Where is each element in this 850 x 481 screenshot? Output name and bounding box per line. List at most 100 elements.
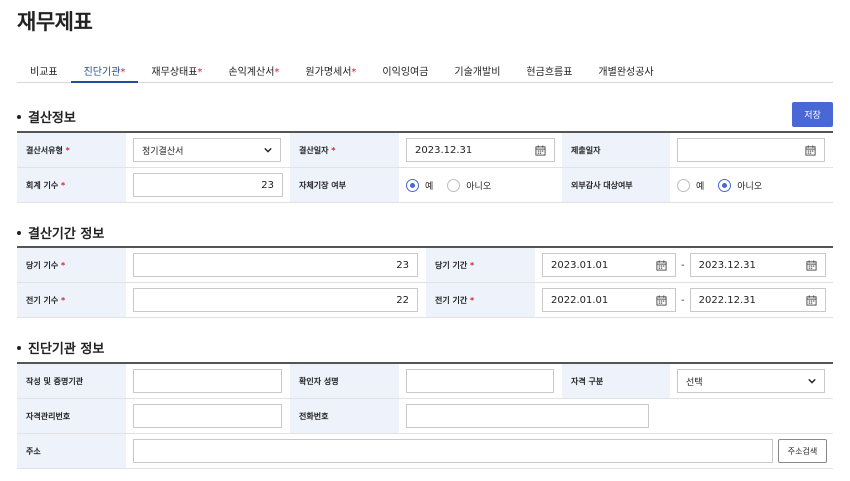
section-settlement-title: 결산정보 xyxy=(17,107,76,126)
tab-label: 원가명세서 xyxy=(305,67,352,78)
submit-label: 제출일자 xyxy=(562,133,670,167)
current-start-input[interactable]: 2023.01.01 xyxy=(542,253,676,277)
period-label: 회계 기수 * xyxy=(17,168,126,202)
tab-4[interactable]: 원가명세서* xyxy=(292,58,369,82)
statement-type-value: 정기결산서 xyxy=(142,146,184,157)
tab-bar: 비교표 진단기관* 재무상태표* 손익계산서* 원가명세서* 이익잉여금 기술개발비 현금흐름… xyxy=(17,58,833,83)
tab-6[interactable]: 기술개발비 xyxy=(441,58,513,82)
self-radio-no[interactable]: 아니오 xyxy=(447,178,492,192)
tab-label: 재무상태표 xyxy=(151,67,198,78)
previous-start-input[interactable]: 2022.01.01 xyxy=(542,288,676,312)
submit-date-input[interactable] xyxy=(677,138,825,162)
settlement-date-value: 2023.12.31 xyxy=(415,144,473,156)
prev-term-label: 전기 기수 * xyxy=(17,283,126,317)
tab-label: 개별완성공사 xyxy=(598,67,654,78)
required-mark: * xyxy=(351,67,357,78)
checker-label: 확인자 성명 xyxy=(290,364,399,398)
tab-label: 이익잉여금 xyxy=(382,67,429,78)
radio-circle[interactable] xyxy=(677,178,690,192)
range-separator: - xyxy=(681,294,685,306)
radio-circle[interactable] xyxy=(406,178,419,192)
statement-type-select[interactable]: 정기결산서 xyxy=(133,138,281,162)
field-label-text: 전기 기간 xyxy=(435,295,468,305)
audit-label: 외부감사 대상여부 xyxy=(562,168,670,202)
qualification-number-input[interactable] xyxy=(133,404,282,428)
field-label-text: 결산서유형 xyxy=(26,145,63,155)
phone-input[interactable] xyxy=(406,404,649,428)
previous-end-value: 2022.12.31 xyxy=(698,294,756,306)
section-agency-label: 진단기관 정보 xyxy=(28,342,105,357)
tab-5[interactable]: 이익잉여금 xyxy=(369,58,441,82)
field-label-text: 당기 기간 xyxy=(435,260,468,270)
address-label: 주소 xyxy=(17,434,126,468)
calendar-icon[interactable] xyxy=(656,294,667,306)
tab-7[interactable]: 현금흐름표 xyxy=(513,58,585,82)
checker-name-input[interactable] xyxy=(406,369,554,393)
tab-0[interactable]: 비교표 xyxy=(17,58,71,82)
audit-radio-group: 예 아니오 xyxy=(677,178,776,192)
qual-label: 자격 구분 xyxy=(562,364,670,398)
radio-label: 예 xyxy=(696,181,705,192)
tab-2[interactable]: 재무상태표* xyxy=(138,58,215,82)
tab-label: 손익계산서 xyxy=(228,67,275,78)
radio-label: 아니오 xyxy=(466,181,492,192)
writer-label: 작성 및 증명기관 xyxy=(17,364,126,398)
current-start-value: 2023.01.01 xyxy=(551,259,609,271)
cur-range-label: 당기 기간 * xyxy=(426,248,535,282)
settlement-grid: 결산서유형 * 정기결산서 결산일자 * 2023.12.31 제출일자 회계 … xyxy=(17,131,833,203)
current-term-input[interactable]: 23 xyxy=(133,253,418,277)
page-title: 재무제표 xyxy=(17,10,93,34)
calendar-icon[interactable] xyxy=(535,144,546,156)
tab-1[interactable]: 진단기관* xyxy=(70,58,139,83)
previous-end-input[interactable]: 2022.12.31 xyxy=(689,288,826,312)
cur-term-label: 당기 기수 * xyxy=(17,248,126,282)
required-mark: * xyxy=(120,67,126,78)
fiscal-period-input[interactable]: 23 xyxy=(133,173,283,197)
calendar-icon[interactable] xyxy=(805,144,816,156)
audit-radio-no[interactable]: 아니오 xyxy=(718,178,763,192)
current-end-input[interactable]: 2023.12.31 xyxy=(689,253,826,277)
qualification-value: 선택 xyxy=(686,377,703,388)
tab-8[interactable]: 개별완성공사 xyxy=(585,58,666,82)
qualification-select[interactable]: 선택 xyxy=(677,369,825,393)
writer-input[interactable] xyxy=(133,369,282,393)
audit-radio-yes[interactable]: 예 xyxy=(677,178,705,192)
tab-label: 진단기관 xyxy=(83,67,121,78)
range-separator: - xyxy=(681,259,685,271)
calendar-icon[interactable] xyxy=(656,259,667,271)
radio-label: 아니오 xyxy=(737,181,763,192)
address-search-button[interactable]: 주소검색 xyxy=(778,439,827,463)
previous-term-input[interactable]: 22 xyxy=(133,288,418,312)
required-mark: * xyxy=(197,67,203,78)
field-label-text: 전기 기수 xyxy=(26,295,59,305)
self-radio-group: 예 아니오 xyxy=(406,178,505,192)
prev-range-label: 전기 기간 * xyxy=(426,283,535,317)
section-settlement-label: 결산정보 xyxy=(28,111,76,126)
phone-label: 전화번호 xyxy=(290,399,399,433)
address-input[interactable] xyxy=(133,439,773,463)
field-label-text: 결산일자 xyxy=(299,145,329,155)
required-mark: * xyxy=(470,260,475,270)
previous-start-value: 2022.01.01 xyxy=(551,294,609,306)
calendar-icon[interactable] xyxy=(806,294,817,306)
required-mark: * xyxy=(274,67,280,78)
required-mark: * xyxy=(61,180,66,190)
settlement-date-input[interactable]: 2023.12.31 xyxy=(406,138,555,162)
radio-label: 예 xyxy=(425,181,434,192)
save-button[interactable]: 저장 xyxy=(792,102,833,127)
tab-3[interactable]: 손익계산서* xyxy=(215,58,292,82)
bullet-icon xyxy=(17,345,21,350)
radio-circle[interactable] xyxy=(718,178,732,192)
self-radio-yes[interactable]: 예 xyxy=(406,178,434,192)
section-period-label: 결산기간 정보 xyxy=(28,227,105,242)
chevron-down-icon xyxy=(808,378,816,384)
calendar-icon[interactable] xyxy=(806,259,817,271)
required-mark: * xyxy=(470,295,475,305)
field-label-text: 회계 기수 xyxy=(26,180,59,190)
section-period-title: 결산기간 정보 xyxy=(17,223,104,242)
bullet-icon xyxy=(17,230,21,235)
required-mark: * xyxy=(331,145,336,155)
required-mark: * xyxy=(65,145,70,155)
radio-circle[interactable] xyxy=(447,178,461,192)
type-label: 결산서유형 * xyxy=(17,133,126,167)
